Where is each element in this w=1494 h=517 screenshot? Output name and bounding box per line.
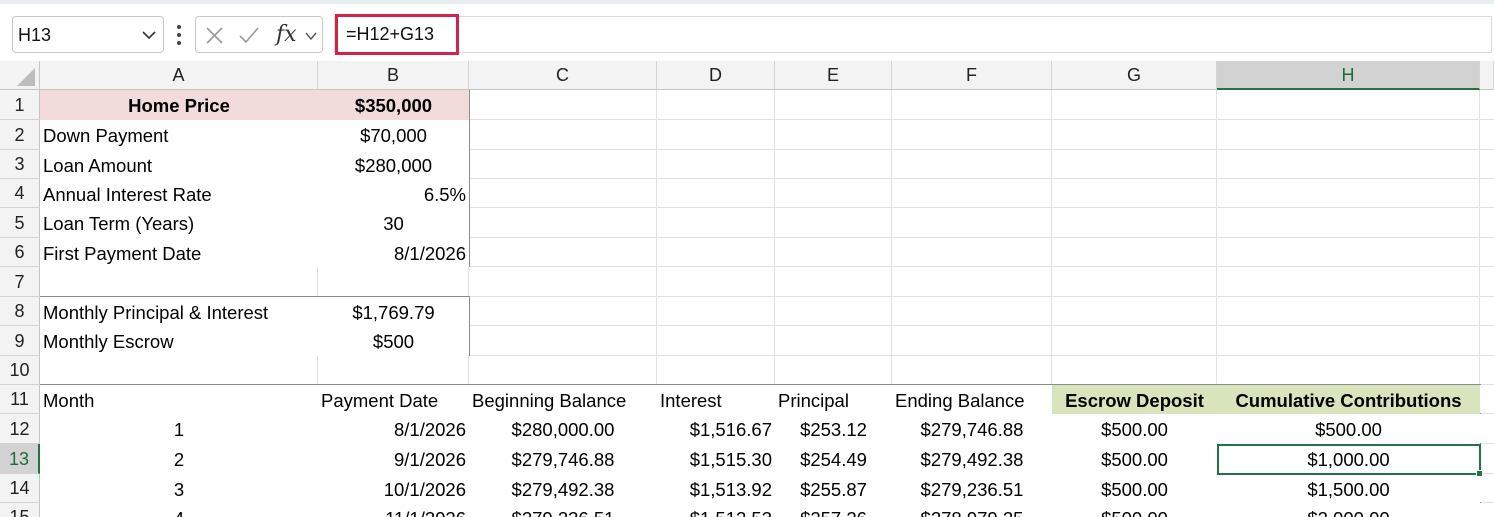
- row-header-11[interactable]: 11: [0, 385, 40, 414]
- input-border: [469, 90, 470, 267]
- schedule-header-d[interactable]: Interest: [657, 385, 775, 414]
- column-header-h[interactable]: H: [1217, 61, 1480, 90]
- formula-text[interactable]: =H12+G13: [346, 24, 434, 45]
- row-header-12[interactable]: 12: [0, 414, 40, 444]
- schedule-cell[interactable]: $500.00: [1052, 503, 1217, 517]
- row-header-4[interactable]: 4: [0, 179, 40, 208]
- cell-b8[interactable]: $1,769.79: [318, 297, 469, 326]
- cell-a8[interactable]: Monthly Principal & Interest: [40, 297, 318, 326]
- row-header-15[interactable]: 15: [0, 503, 40, 517]
- schedule-cell[interactable]: 4: [40, 503, 318, 517]
- schedule-cell[interactable]: $253.12: [775, 414, 892, 444]
- schedule-cell[interactable]: 11/1/2026: [318, 503, 469, 517]
- schedule-header-f[interactable]: Ending Balance: [892, 385, 1052, 414]
- column-header-g[interactable]: G: [1052, 61, 1217, 90]
- schedule-cell[interactable]: $500.00: [1052, 414, 1217, 444]
- schedule-header-a[interactable]: Month: [40, 385, 318, 414]
- cell-b4[interactable]: 6.5%: [318, 179, 469, 208]
- schedule-cell[interactable]: $1,512.53: [657, 503, 775, 517]
- cell-a2[interactable]: Down Payment: [40, 120, 318, 150]
- schedule-cell[interactable]: $1,500.00: [1217, 474, 1480, 503]
- row-header-5[interactable]: 5: [0, 208, 40, 238]
- active-cell-selection[interactable]: [1217, 444, 1481, 475]
- cell-a5[interactable]: Loan Term (Years): [40, 208, 318, 238]
- schedule-cell[interactable]: $1,513.92: [657, 474, 775, 503]
- chevron-down-icon[interactable]: [141, 27, 157, 43]
- schedule-cell[interactable]: $279,236.51: [892, 474, 1052, 503]
- input-border: [469, 297, 470, 356]
- formula-bar-area: H13 fx =H12+G13: [0, 0, 1494, 61]
- row-header-7[interactable]: 7: [0, 267, 40, 297]
- schedule-cell[interactable]: $500.00: [1052, 474, 1217, 503]
- schedule-cell[interactable]: $1,516.67: [657, 414, 775, 444]
- schedule-cell[interactable]: $257.26: [775, 503, 892, 517]
- column-header-a[interactable]: A: [40, 61, 318, 90]
- column-header-b[interactable]: B: [318, 61, 469, 90]
- schedule-cell[interactable]: 2: [40, 444, 318, 474]
- schedule-header-c[interactable]: Beginning Balance: [469, 385, 657, 414]
- row-header-3[interactable]: 3: [0, 150, 40, 179]
- row-header-10[interactable]: 10: [0, 356, 40, 385]
- schedule-header-h[interactable]: Cumulative Contributions: [1217, 385, 1480, 414]
- schedule-cell[interactable]: $500.00: [1052, 444, 1217, 474]
- schedule-cell[interactable]: $279,492.38: [892, 444, 1052, 474]
- fill-handle[interactable]: [1476, 470, 1483, 477]
- schedule-cell[interactable]: $278,979.25: [892, 503, 1052, 517]
- select-all-button[interactable]: [0, 61, 40, 90]
- schedule-cell[interactable]: $2,000.00: [1217, 503, 1480, 517]
- cell-a6[interactable]: First Payment Date: [40, 238, 318, 267]
- cell-b9[interactable]: $500: [318, 326, 469, 356]
- cell-b5[interactable]: 30: [318, 208, 469, 238]
- schedule-cell[interactable]: $279,746.88: [892, 414, 1052, 444]
- insert-function-icon[interactable]: fx: [276, 22, 297, 47]
- cell-a3[interactable]: Loan Amount: [40, 150, 318, 179]
- cell-b2[interactable]: $70,000: [318, 120, 469, 150]
- schedule-cell[interactable]: $254.49: [775, 444, 892, 474]
- select-all-triangle-icon: [17, 68, 35, 86]
- column-header-d[interactable]: D: [657, 61, 775, 90]
- cell-b1[interactable]: $350,000: [318, 90, 469, 120]
- cell-a4[interactable]: Annual Interest Rate: [40, 179, 318, 208]
- schedule-cell[interactable]: 1: [40, 414, 318, 444]
- column-header-e[interactable]: E: [775, 61, 892, 90]
- row-header-13[interactable]: 13: [0, 444, 40, 474]
- row-header-1[interactable]: 1: [0, 90, 40, 120]
- formula-input[interactable]: [334, 16, 1492, 53]
- cell-b6[interactable]: 8/1/2026: [318, 238, 469, 267]
- schedule-cell[interactable]: $255.87: [775, 474, 892, 503]
- schedule-cell[interactable]: $500.00: [1217, 414, 1480, 444]
- name-box-value: H13: [18, 25, 52, 45]
- schedule-cell[interactable]: $279,746.88: [469, 444, 657, 474]
- checkmark-icon[interactable]: [238, 26, 260, 45]
- schedule-cell[interactable]: $279,236.51: [469, 503, 657, 517]
- row-header-9[interactable]: 9: [0, 326, 40, 356]
- schedule-cell[interactable]: $1,515.30: [657, 444, 775, 474]
- cell-a9[interactable]: Monthly Escrow: [40, 326, 318, 356]
- row-header-14[interactable]: 14: [0, 474, 40, 503]
- name-box[interactable]: H13: [12, 16, 164, 53]
- schedule-header-e[interactable]: Principal: [775, 385, 892, 414]
- row-header-6[interactable]: 6: [0, 238, 40, 267]
- schedule-header-g[interactable]: Escrow Deposit: [1052, 385, 1217, 414]
- more-options-icon[interactable]: [172, 23, 186, 47]
- row-header-8[interactable]: 8: [0, 297, 40, 326]
- formula-controls: fx: [195, 16, 323, 53]
- schedule-cell[interactable]: 8/1/2026: [318, 414, 469, 444]
- schedule-header-b[interactable]: Payment Date: [318, 385, 469, 414]
- schedule-cell[interactable]: 10/1/2026: [318, 474, 469, 503]
- cell-b3[interactable]: $280,000: [318, 150, 469, 179]
- cancel-icon[interactable]: [205, 26, 224, 45]
- schedule-cell[interactable]: $279,492.38: [469, 474, 657, 503]
- column-header-filler: [1480, 61, 1494, 90]
- chevron-down-icon[interactable]: [304, 29, 318, 43]
- schedule-cell[interactable]: 9/1/2026: [318, 444, 469, 474]
- cell-a1[interactable]: Home Price: [40, 90, 318, 120]
- column-header-c[interactable]: C: [469, 61, 657, 90]
- schedule-cell[interactable]: $280,000.00: [469, 414, 657, 444]
- row-header-2[interactable]: 2: [0, 120, 40, 150]
- schedule-cell[interactable]: 3: [40, 474, 318, 503]
- column-header-f[interactable]: F: [892, 61, 1052, 90]
